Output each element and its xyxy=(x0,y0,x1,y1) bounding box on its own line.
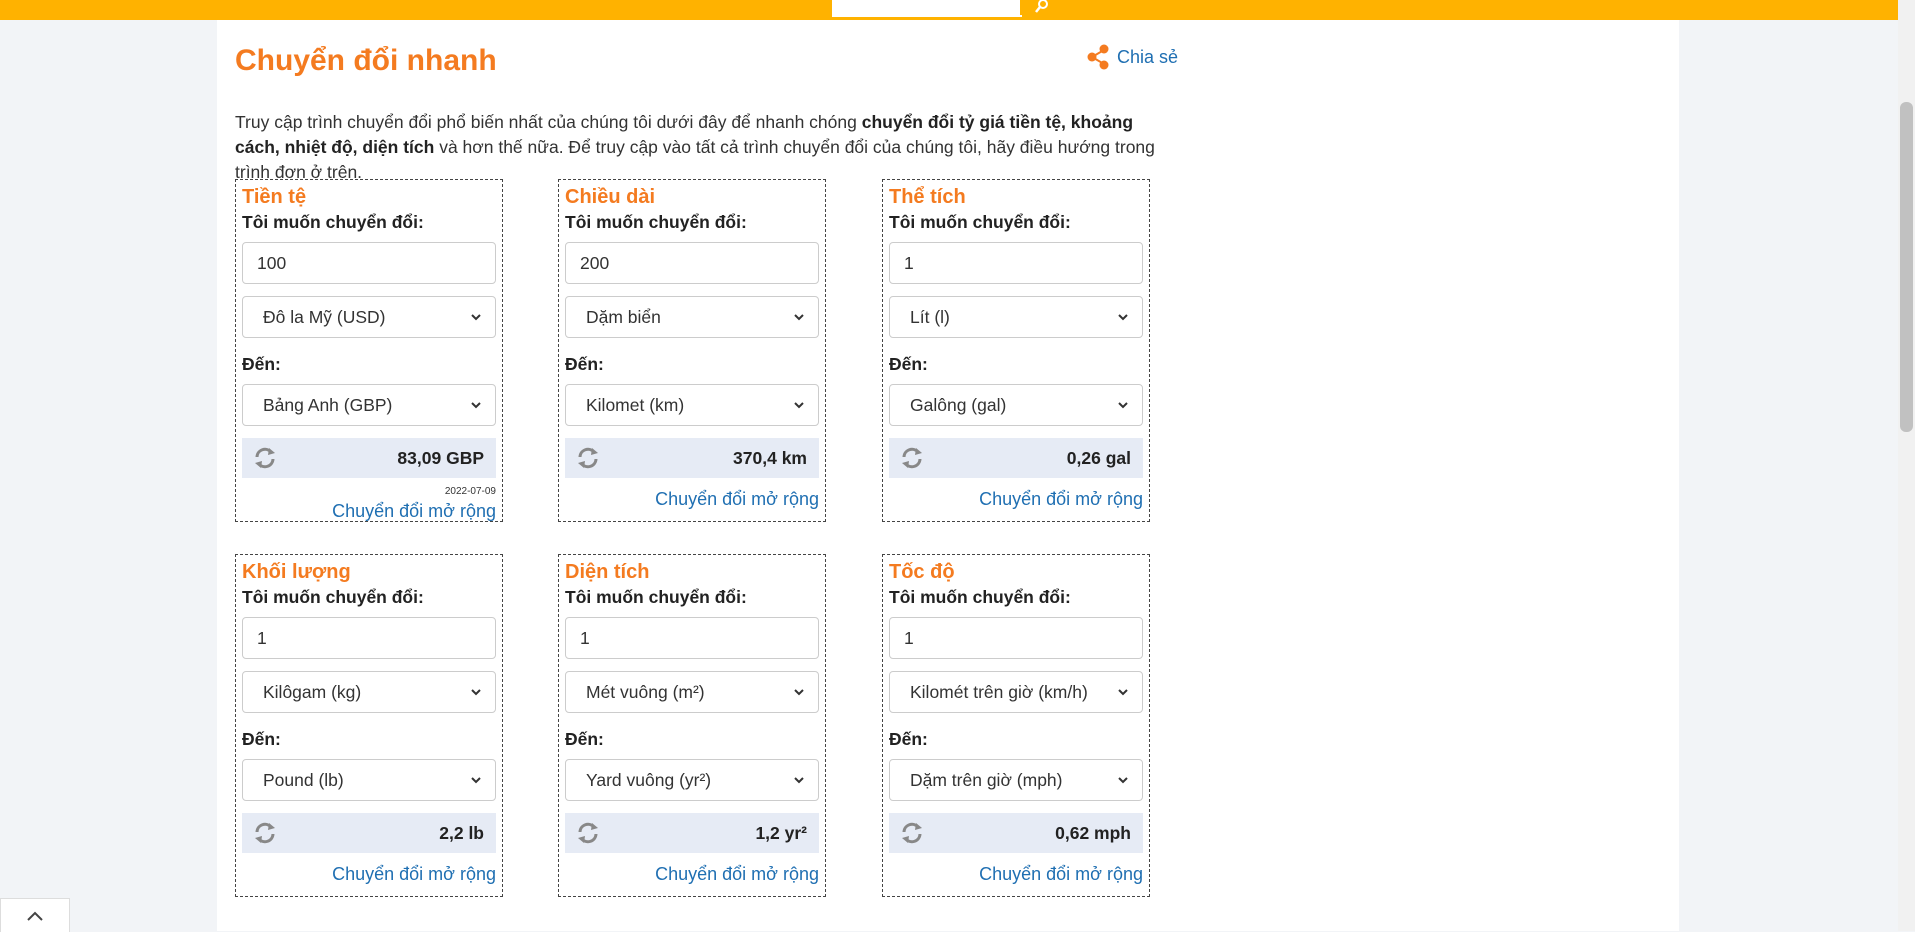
converter-card-length: Chiều dài Tôi muốn chuyển đổi: Dặm biển … xyxy=(558,179,826,522)
result-box: 1,2 yr² xyxy=(565,813,819,853)
card-title: Khối lượng xyxy=(242,561,351,583)
refresh-icon[interactable] xyxy=(575,445,601,471)
card-title: Thể tích xyxy=(889,186,966,208)
extended-converter-link[interactable]: Chuyển đổi mở rộng xyxy=(565,488,819,510)
card-title: Tốc độ xyxy=(889,561,955,583)
amount-input[interactable] xyxy=(242,617,496,659)
result-value: 0,26 gal xyxy=(1066,447,1131,468)
to-label: Đến: xyxy=(889,729,928,749)
search-input[interactable] xyxy=(832,0,1022,17)
refresh-icon[interactable] xyxy=(899,445,925,471)
extended-converter-link[interactable]: Chuyển đổi mở rộng xyxy=(242,863,496,885)
from-label: Tôi muốn chuyển đổi: xyxy=(889,587,1071,607)
to-unit-select[interactable]: Kilomet (km) xyxy=(565,384,819,426)
result-value: 83,09 GBP xyxy=(397,447,484,468)
search-icon xyxy=(1035,0,1048,13)
search-button[interactable] xyxy=(1018,0,1064,15)
chevron-down-icon xyxy=(1118,402,1128,409)
from-unit-select[interactable]: Mét vuông (m²) xyxy=(565,671,819,713)
from-unit-select[interactable]: Đô la Mỹ (USD) xyxy=(242,296,496,338)
from-label: Tôi muốn chuyển đổi: xyxy=(565,587,747,607)
amount-input[interactable] xyxy=(242,242,496,284)
result-box: 83,09 GBP xyxy=(242,438,496,478)
chevron-down-icon xyxy=(794,689,804,696)
result-value: 370,4 km xyxy=(733,447,807,468)
chevron-down-icon xyxy=(471,402,481,409)
to-unit-select[interactable]: Bảng Anh (GBP) xyxy=(242,384,496,426)
to-label: Đến: xyxy=(889,354,928,374)
amount-input[interactable] xyxy=(889,242,1143,284)
to-unit-select[interactable]: Yard vuông (yr²) xyxy=(565,759,819,801)
from-label: Tôi muốn chuyển đổi: xyxy=(242,212,424,232)
chevron-down-icon xyxy=(794,402,804,409)
refresh-icon[interactable] xyxy=(252,445,278,471)
chevron-down-icon xyxy=(794,777,804,784)
amount-input[interactable] xyxy=(565,617,819,659)
refresh-icon[interactable] xyxy=(899,820,925,846)
share-button[interactable]: Chia sẻ xyxy=(1085,44,1178,70)
share-label: Chia sẻ xyxy=(1117,46,1179,67)
from-label: Tôi muốn chuyển đổi: xyxy=(889,212,1071,232)
chevron-down-icon xyxy=(1118,689,1128,696)
to-unit-select[interactable]: Galông (gal) xyxy=(889,384,1143,426)
chevron-up-icon xyxy=(27,911,43,921)
to-label: Đến: xyxy=(242,729,281,749)
from-unit-select[interactable]: Lít (l) xyxy=(889,296,1143,338)
refresh-icon[interactable] xyxy=(252,820,278,846)
share-icon xyxy=(1087,44,1109,70)
main-content: Chuyển đổi nhanh Chia sẻ Truy cập trình … xyxy=(217,20,1679,931)
chevron-down-icon xyxy=(471,777,481,784)
top-nav-bar xyxy=(0,0,1915,20)
chevron-down-icon xyxy=(471,314,481,321)
to-label: Đến: xyxy=(565,729,604,749)
converter-card-volume: Thể tích Tôi muốn chuyển đổi: Lít (l) Đế… xyxy=(882,179,1150,522)
amount-input[interactable] xyxy=(889,617,1143,659)
extended-converter-link[interactable]: Chuyển đổi mở rộng xyxy=(565,863,819,885)
result-box: 370,4 km xyxy=(565,438,819,478)
card-title: Chiều dài xyxy=(565,186,656,208)
extended-converter-link[interactable]: Chuyển đổi mở rộng xyxy=(889,488,1143,510)
from-unit-select[interactable]: Kilomét trên giờ (km/h) xyxy=(889,671,1143,713)
to-unit-select[interactable]: Dặm trên giờ (mph) xyxy=(889,759,1143,801)
converter-card-mass: Khối lượng Tôi muốn chuyển đổi: Kilôgam … xyxy=(235,554,503,897)
converter-card-speed: Tốc độ Tôi muốn chuyển đổi: Kilomét trên… xyxy=(882,554,1150,897)
converter-card-currency: Tiền tệ Tôi muốn chuyển đổi: Đô la Mỹ (U… xyxy=(235,179,503,522)
card-title: Diện tích xyxy=(565,561,650,583)
to-label: Đến: xyxy=(242,354,281,374)
extended-converter-link[interactable]: Chuyển đổi mở rộng xyxy=(242,500,496,522)
from-unit-select[interactable]: Dặm biển xyxy=(565,296,819,338)
from-unit-select[interactable]: Kilôgam (kg) xyxy=(242,671,496,713)
result-value: 1,2 yr² xyxy=(755,822,807,843)
to-unit-select[interactable]: Pound (lb) xyxy=(242,759,496,801)
result-box: 2,2 lb xyxy=(242,813,496,853)
amount-input[interactable] xyxy=(565,242,819,284)
chevron-down-icon xyxy=(1118,314,1128,321)
page-scrollbar[interactable] xyxy=(1898,0,1915,931)
chevron-down-icon xyxy=(794,314,804,321)
card-title: Tiền tệ xyxy=(242,186,307,208)
scrollbar-thumb[interactable] xyxy=(1900,102,1913,432)
rate-date: 2022-07-09 xyxy=(444,486,496,497)
to-label: Đến: xyxy=(565,354,604,374)
page-title: Chuyển đổi nhanh xyxy=(235,44,497,77)
result-box: 0,62 mph xyxy=(889,813,1143,853)
extended-converter-link[interactable]: Chuyển đổi mở rộng xyxy=(889,863,1143,885)
chevron-down-icon xyxy=(471,689,481,696)
intro-text: Truy cập trình chuyển đổi phổ biến nhất … xyxy=(235,112,1155,182)
result-box: 0,26 gal xyxy=(889,438,1143,478)
from-label: Tôi muốn chuyển đổi: xyxy=(565,212,747,232)
converter-card-area: Diện tích Tôi muốn chuyển đổi: Mét vuông… xyxy=(558,554,826,897)
back-to-top-button[interactable] xyxy=(0,898,70,932)
from-label: Tôi muốn chuyển đổi: xyxy=(242,587,424,607)
result-value: 0,62 mph xyxy=(1055,822,1131,843)
result-value: 2,2 lb xyxy=(439,822,484,843)
refresh-icon[interactable] xyxy=(575,820,601,846)
chevron-down-icon xyxy=(1118,777,1128,784)
